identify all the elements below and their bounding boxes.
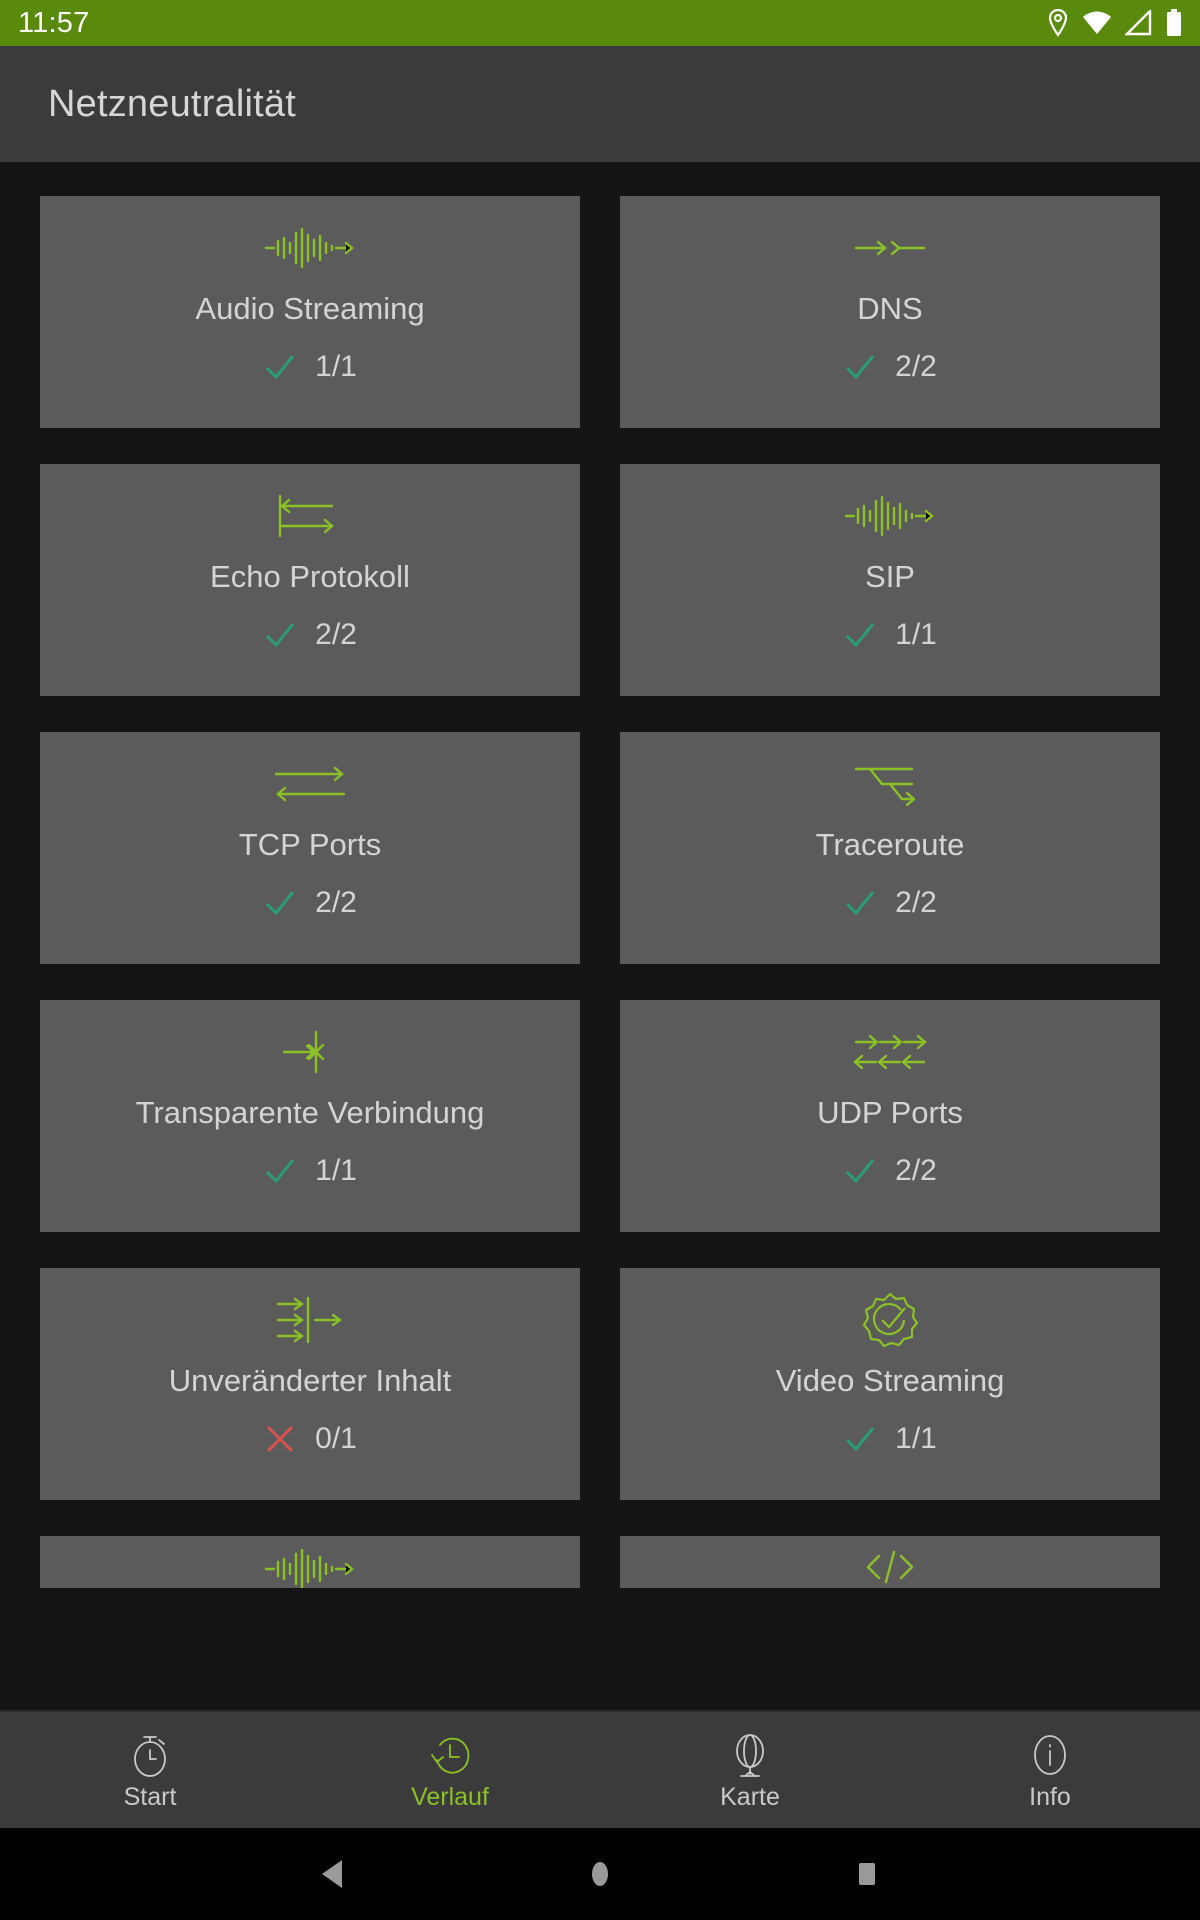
- test-card[interactable]: Unveränderter Inhalt 0/1: [40, 1268, 580, 1500]
- udp-multi-arrows-icon: [852, 1024, 928, 1080]
- test-card-count: 2/2: [315, 618, 357, 651]
- nav-item-start[interactable]: Start: [0, 1731, 300, 1810]
- check-icon: [846, 1159, 875, 1184]
- test-card-count: 1/1: [895, 1422, 937, 1455]
- test-card-partial[interactable]: [40, 1536, 580, 1588]
- history-icon: [428, 1731, 472, 1779]
- test-card-status: 1/1: [843, 618, 937, 652]
- recents-square-icon[interactable]: [832, 1839, 902, 1909]
- test-card-count: 2/2: [315, 886, 357, 919]
- check-icon: [266, 891, 295, 916]
- check-icon: [266, 623, 295, 648]
- audio-waveform-arrow-icon: [844, 488, 936, 544]
- test-card-title: Audio Streaming: [195, 291, 425, 326]
- check-icon: [846, 891, 875, 916]
- status-bar-icons: [1047, 9, 1182, 37]
- test-card-count: 0/1: [315, 1422, 357, 1455]
- traceroute-hops-icon: [852, 756, 928, 812]
- dns-arrow-icon: [854, 220, 926, 276]
- test-card[interactable]: SIP 1/1: [620, 464, 1160, 696]
- nav-item-verlauf[interactable]: Verlauf: [300, 1731, 600, 1810]
- app-root: 11:57 Netzneutralität Audio Streaming 1/…: [0, 0, 1200, 1920]
- test-card-count: 1/1: [895, 618, 937, 651]
- content-filter-icon: [275, 1292, 345, 1348]
- test-card-title: TCP Ports: [238, 827, 382, 862]
- results-scroll-area[interactable]: Audio Streaming 1/1 DNS 2/2 Echo Protoko…: [0, 162, 1200, 1710]
- blocked-connection-icon: [280, 1024, 340, 1080]
- bottom-navigation: Start Verlauf Karte Info: [0, 1710, 1200, 1828]
- check-icon: [846, 1427, 875, 1452]
- test-card-status: 0/1: [263, 1422, 357, 1456]
- battery-icon: [1166, 9, 1182, 37]
- globe-icon: [728, 1731, 772, 1779]
- test-card-title: Unveränderter Inhalt: [168, 1363, 452, 1398]
- test-card[interactable]: Echo Protokoll 2/2: [40, 464, 580, 696]
- info-icon: [1028, 1731, 1072, 1779]
- location-pin-icon: [1047, 9, 1069, 37]
- nav-item-karte[interactable]: Karte: [600, 1731, 900, 1810]
- check-icon: [846, 355, 875, 380]
- test-card-status: 1/1: [263, 1154, 357, 1188]
- test-card-count: 2/2: [895, 350, 937, 383]
- audio-waveform-arrow-icon: [264, 1546, 356, 1588]
- test-card-count: 2/2: [895, 886, 937, 919]
- test-card-title: SIP: [865, 559, 915, 594]
- nav-label: Verlauf: [411, 1782, 489, 1811]
- test-card-count: 1/1: [315, 1154, 357, 1187]
- android-status-bar: 11:57: [0, 0, 1200, 46]
- test-card[interactable]: Video Streaming 1/1: [620, 1268, 1160, 1500]
- test-card-status: 2/2: [843, 1154, 937, 1188]
- nav-label: Info: [1029, 1782, 1071, 1811]
- test-card-title: Transparente Verbindung: [135, 1095, 485, 1130]
- test-card[interactable]: UDP Ports 2/2: [620, 1000, 1160, 1232]
- stopwatch-icon: [128, 1731, 172, 1779]
- check-icon: [266, 1159, 295, 1184]
- status-bar-clock: 11:57: [18, 6, 90, 39]
- test-card-status: 1/1: [263, 350, 357, 384]
- echo-loopback-icon: [276, 488, 344, 544]
- test-card-count: 2/2: [895, 1154, 937, 1187]
- test-card-status: 2/2: [263, 886, 357, 920]
- nav-item-info[interactable]: Info: [900, 1731, 1200, 1810]
- test-card-status: 1/1: [843, 1422, 937, 1456]
- nav-label: Start: [123, 1782, 177, 1811]
- back-triangle-icon[interactable]: [298, 1839, 368, 1909]
- test-card-title: DNS: [857, 291, 923, 326]
- cross-icon: [267, 1425, 294, 1453]
- android-system-nav: [0, 1828, 1200, 1920]
- wifi-icon: [1082, 10, 1112, 36]
- verified-badge-icon: [862, 1292, 918, 1348]
- code-tags-icon: [862, 1546, 918, 1588]
- test-card-title: Traceroute: [815, 827, 965, 862]
- test-card-status: 2/2: [843, 886, 937, 920]
- test-card-title: Echo Protokoll: [210, 559, 410, 594]
- test-card-partial[interactable]: [620, 1536, 1160, 1588]
- nav-label: Karte: [720, 1782, 780, 1811]
- test-card[interactable]: DNS 2/2: [620, 196, 1160, 428]
- bidirectional-arrows-icon: [272, 756, 348, 812]
- test-card-title: Video Streaming: [775, 1363, 1005, 1398]
- test-card[interactable]: Transparente Verbindung 1/1: [40, 1000, 580, 1232]
- signal-icon: [1125, 10, 1153, 36]
- test-card[interactable]: TCP Ports 2/2: [40, 732, 580, 964]
- test-card[interactable]: Traceroute 2/2: [620, 732, 1160, 964]
- test-card-status: 2/2: [843, 350, 937, 384]
- check-icon: [846, 623, 875, 648]
- check-icon: [266, 355, 295, 380]
- app-bar: Netzneutralität: [0, 46, 1200, 162]
- test-card-title: UDP Ports: [817, 1095, 963, 1130]
- test-card-count: 1/1: [315, 350, 357, 383]
- test-card-status: 2/2: [263, 618, 357, 652]
- home-circle-icon[interactable]: [565, 1839, 635, 1909]
- audio-waveform-arrow-icon: [264, 220, 356, 276]
- test-card[interactable]: Audio Streaming 1/1: [40, 196, 580, 428]
- test-results-grid: Audio Streaming 1/1 DNS 2/2 Echo Protoko…: [40, 196, 1160, 1588]
- page-title: Netzneutralität: [48, 82, 297, 125]
